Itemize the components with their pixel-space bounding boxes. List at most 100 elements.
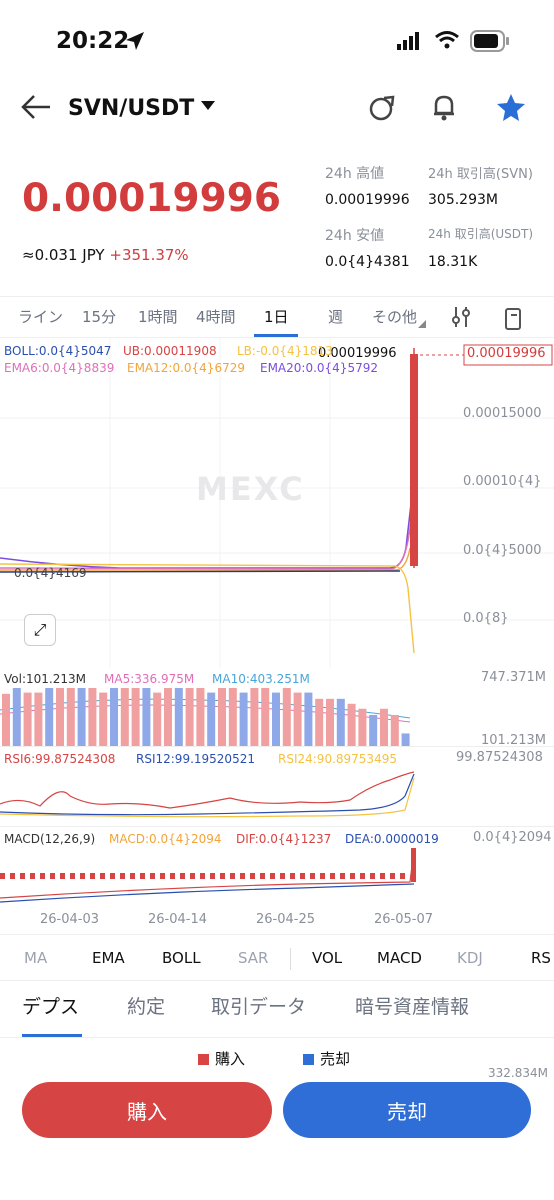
legend-buy-label: 購入	[215, 1050, 246, 1068]
sell-button[interactable]: 売却	[283, 1082, 531, 1138]
rsi-chart	[0, 771, 415, 818]
tab-week[interactable]: 週	[328, 306, 343, 327]
wifi-icon	[435, 31, 459, 49]
volume-bar	[261, 688, 270, 746]
active-tab-indicator	[254, 334, 298, 337]
share-icon[interactable]	[368, 94, 396, 122]
ind-vol[interactable]: VOL	[312, 949, 342, 967]
volume-bar	[369, 714, 378, 746]
tab-1d[interactable]: 1日	[264, 306, 289, 327]
ma10-label: MA10:403.251M	[212, 672, 310, 686]
volume-bar	[272, 692, 280, 746]
ind-ma[interactable]: MA	[24, 949, 47, 967]
ind-sar[interactable]: SAR	[238, 949, 268, 967]
sell-swatch	[303, 1054, 314, 1065]
battery-icon	[470, 30, 509, 52]
rsi24-label: RSI24:90.89753495	[278, 752, 397, 766]
ema12-label: EMA12:0.0{4}6729	[127, 361, 245, 375]
tab-line[interactable]: ライン	[18, 306, 63, 327]
tab-trades[interactable]: 約定	[127, 992, 165, 1019]
macd-title: MACD(12,26,9)	[4, 832, 96, 846]
ma5-label: MA5:336.975M	[104, 672, 195, 686]
tab-asset-info[interactable]: 暗号資産情報	[355, 992, 469, 1019]
expand-icon: ⤢	[33, 620, 47, 639]
volume-bar	[218, 688, 226, 746]
volume-bar	[315, 698, 324, 746]
axis-tick-2: 0.00010{4}	[463, 474, 542, 489]
vol-svn-label: 24h 取引高(SVN)	[428, 167, 533, 182]
favorite-star-icon[interactable]	[496, 92, 526, 122]
volume-bar	[326, 698, 334, 746]
legend-sell-label: 売却	[320, 1050, 351, 1068]
date-3: 26-04-25	[256, 912, 316, 927]
date-1: 26-04-03	[40, 912, 100, 927]
tab-4h[interactable]: 4時間	[196, 306, 236, 327]
volume-bar	[12, 688, 21, 746]
ind-kdj[interactable]: KDJ	[457, 949, 483, 967]
volume-bar	[390, 714, 399, 746]
volume-bar	[34, 692, 43, 746]
volume-bar	[304, 692, 313, 746]
high-value: 0.00019996	[325, 192, 410, 208]
volume-bar	[401, 733, 410, 746]
tab-15m[interactable]: 15分	[82, 306, 116, 327]
volume-bar	[358, 708, 367, 746]
tab-1h[interactable]: 1時間	[138, 306, 178, 327]
tab-depth[interactable]: デプス	[22, 992, 79, 1019]
caret-down-icon[interactable]	[201, 101, 215, 111]
boll-label: BOLL:0.0{4}5047	[4, 344, 112, 358]
more-caret-icon	[418, 320, 426, 328]
volume-bar	[2, 693, 10, 746]
expand-chart-button[interactable]: ⤢	[24, 614, 56, 646]
vol-usdt-value: 18.31K	[428, 254, 478, 270]
ind-ema[interactable]: EMA	[92, 949, 125, 967]
volume-bar	[336, 698, 345, 746]
volume-bar	[77, 688, 86, 746]
min-label: 0.0{4}4169	[14, 566, 87, 580]
volume-bar	[120, 688, 129, 746]
vol-label: Vol:101.213M	[4, 672, 86, 686]
jpy-value: ≈0.031 JPY	[22, 246, 105, 264]
volume-bar	[347, 703, 356, 746]
date-2: 26-04-14	[148, 912, 208, 927]
macd-axis: 0.0{4}2094	[473, 830, 552, 845]
bell-icon[interactable]	[430, 92, 458, 122]
macd-chart	[0, 848, 416, 903]
high-label: 24h 高値	[325, 166, 385, 182]
tab-trade-data[interactable]: 取引データ	[211, 992, 306, 1019]
vol-usdt-label: 24h 取引高(USDT)	[428, 227, 534, 241]
volume-bar	[153, 692, 162, 746]
buy-button[interactable]: 購入	[22, 1082, 272, 1138]
dif-label: DIF:0.0{4}1237	[236, 832, 332, 846]
depth-axis: 332.834M	[488, 1066, 548, 1080]
volume-bar	[239, 692, 248, 746]
settings-sliders-icon[interactable]	[451, 305, 471, 329]
ind-rsi[interactable]: RS	[531, 949, 551, 967]
volume-bar	[196, 688, 205, 746]
volume-chart	[0, 688, 411, 746]
macd-label: MACD:0.0{4}2094	[109, 832, 222, 846]
rsi6-label: RSI6:99.87524308	[4, 752, 116, 766]
volume-bar	[207, 692, 216, 746]
signal-icon	[397, 32, 419, 50]
volume-bar	[380, 708, 388, 746]
volume-bar	[293, 692, 302, 746]
tab-more[interactable]: その他	[372, 306, 417, 327]
lb-label: LB:-0.0{4}1813	[237, 344, 333, 358]
volume-bar	[282, 688, 291, 746]
ind-macd[interactable]: MACD	[377, 949, 422, 967]
volume-bar	[228, 688, 237, 746]
volume-bar	[250, 688, 259, 746]
axis-tick-3: 0.0{4}5000	[463, 543, 542, 558]
ind-boll[interactable]: BOLL	[162, 949, 201, 967]
device-rotate-icon[interactable]	[503, 305, 525, 331]
back-arrow-icon[interactable]	[20, 94, 52, 120]
ema20-label: EMA20:0.0{4}5792	[260, 361, 378, 375]
volume-bar	[23, 692, 32, 746]
volume-bar	[110, 688, 118, 746]
legend-sell: 売却	[303, 1048, 350, 1069]
low-label: 24h 安値	[325, 228, 385, 244]
last-price: 0.00019996	[22, 176, 282, 221]
pair-title[interactable]: SVN/USDT	[68, 96, 194, 121]
volume-bar	[185, 688, 194, 746]
